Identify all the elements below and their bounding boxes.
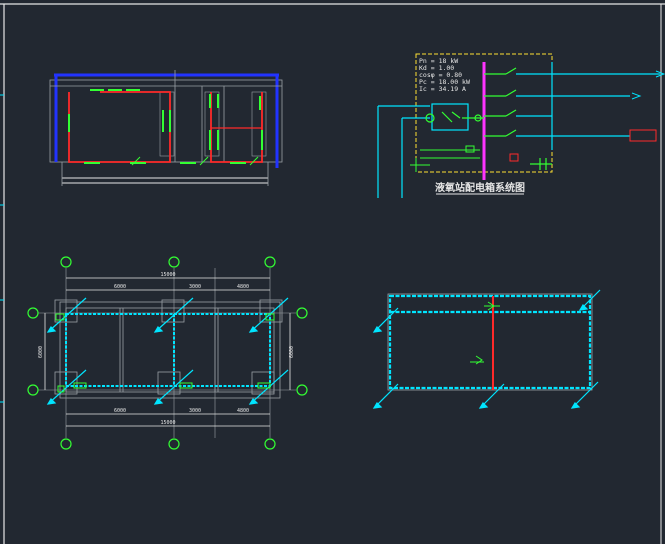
dim-seg-3-top: 4800 bbox=[237, 284, 249, 290]
dim-seg-2-top: 3000 bbox=[189, 284, 201, 290]
dim-seg-3-bottom: 4800 bbox=[237, 408, 249, 414]
dim-overall-top: 15000 bbox=[160, 272, 175, 278]
cad-drawing[interactable]: Pn = 18 kW Kd = 1.00 cosφ = 0.80 Pc = 18… bbox=[0, 0, 665, 544]
cad-drawing-canvas[interactable]: Pn = 18 kW Kd = 1.00 cosφ = 0.80 Pc = 18… bbox=[0, 0, 665, 544]
dim-overall-bottom: 15000 bbox=[160, 420, 175, 426]
dim-seg-1-top: 6000 bbox=[114, 284, 126, 290]
param-ic: Ic = 34.19 A bbox=[419, 85, 466, 93]
dim-height-right: 6000 bbox=[289, 346, 295, 358]
system-diagram-title: 液氧站配电箱系统图 bbox=[435, 181, 525, 194]
dim-seg-1-bottom: 6000 bbox=[114, 408, 126, 414]
dim-seg-2-bottom: 3000 bbox=[189, 408, 201, 414]
drawing-background bbox=[0, 0, 665, 544]
dim-height-left: 6000 bbox=[38, 346, 44, 358]
